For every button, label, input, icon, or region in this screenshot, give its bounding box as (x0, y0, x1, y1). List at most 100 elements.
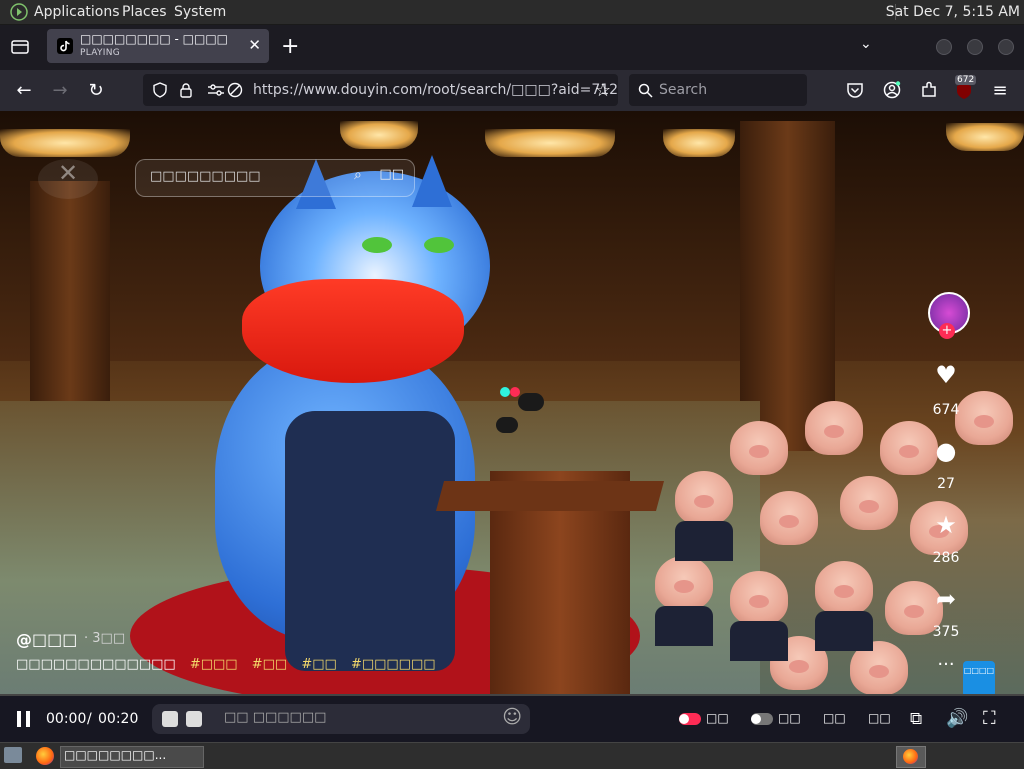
danmaku-input[interactable]: □□ □□□□□□ ☺ (152, 704, 530, 734)
more-options-icon[interactable]: ··· (926, 654, 966, 675)
post-time: · 3□□ (84, 631, 126, 646)
hashtag[interactable]: #□□□ (190, 657, 238, 672)
comment-icon[interactable]: ● (926, 437, 966, 465)
volume-icon[interactable]: 🔊 (946, 708, 968, 729)
ublock-extension-icon[interactable]: 672 (955, 75, 977, 100)
current-time: 00:00 (46, 711, 87, 727)
forward-arrow-icon[interactable]: → (46, 76, 74, 104)
autoplay-blocked-icon[interactable] (227, 82, 243, 98)
navigation-toolbar: ← → ↻ https://www.douyin.com/root/search… (0, 70, 1024, 111)
pig-head (760, 491, 818, 545)
author-name[interactable]: @□□□ (16, 630, 77, 649)
pig-head (655, 556, 713, 610)
like-heart-icon[interactable]: ♥ (926, 361, 966, 389)
description-text: □□□□□□□□□□□□□ (16, 657, 176, 672)
back-arrow-icon[interactable]: ← (10, 76, 38, 104)
firefox-view-icon[interactable] (6, 33, 34, 61)
douyin-logo-dot (510, 387, 520, 397)
corner-badge[interactable]: □□□□ (963, 661, 995, 696)
window-maximize-button[interactable] (967, 39, 983, 55)
tab-bar: □□□□□□□□ - □□□□ PLAYING ✕ + ⌄ (0, 25, 1024, 70)
search-placeholder: Search (659, 82, 708, 98)
pig-suit (675, 521, 733, 561)
hashtag[interactable]: #□□□□□□ (351, 657, 436, 672)
douyin-logo-dot (500, 387, 510, 397)
chandelier (485, 129, 615, 157)
window-minimize-button[interactable] (936, 39, 952, 55)
url-text[interactable]: https://www.douyin.com/root/search/□□□?a… (253, 82, 618, 98)
danmaku-toggle-icon[interactable] (162, 711, 178, 727)
pig-suit (655, 606, 713, 646)
picture-in-picture-icon[interactable]: ⧉ (910, 709, 922, 729)
lock-icon[interactable] (179, 82, 193, 98)
pig-suit (815, 611, 873, 651)
gnome-foot-icon[interactable] (10, 3, 28, 21)
taskbar-window-firefox[interactable]: □□□□□□□□... (60, 746, 204, 768)
danmaku-settings-icon[interactable] (186, 711, 202, 727)
chandelier (946, 123, 1024, 151)
search-icon (638, 83, 653, 98)
pig-suit (730, 621, 788, 661)
hashtag[interactable]: #□□ (252, 657, 287, 672)
extensions-puzzle-icon[interactable] (920, 81, 938, 99)
pig-head (730, 421, 788, 475)
bookmark-star-icon[interactable]: ☆ (589, 76, 617, 104)
list-all-tabs-chevron-down-icon[interactable]: ⌄ (860, 36, 872, 52)
close-icon[interactable]: ✕ (38, 159, 98, 199)
comment-count: 27 (937, 476, 955, 492)
like-count: 674 (932, 402, 960, 418)
hashtag[interactable]: #□□ (301, 657, 336, 672)
chandelier (663, 129, 735, 157)
danmaku-placeholder: □□ □□□□□□ (224, 710, 327, 725)
follow-plus-icon[interactable]: + (939, 323, 955, 339)
share-arrow-icon[interactable]: ➦ (926, 585, 966, 613)
tracking-shield-icon[interactable] (152, 82, 168, 98)
tab-title: □□□□□□□□ - □□□□ (80, 32, 229, 46)
douyin-search-placeholder: □□□□□□□□□ (150, 169, 261, 184)
cat-ear (412, 155, 452, 207)
menu-system[interactable]: System (174, 4, 226, 20)
douyin-search-box[interactable]: □□□□□□□□□ ⌕ □□ (135, 159, 415, 197)
share-count: 375 (932, 624, 960, 640)
playback-speed-button[interactable]: □□ (823, 711, 846, 725)
clean-mode-label: □□ (778, 711, 801, 725)
menu-places[interactable]: Places (122, 4, 167, 20)
clean-mode-toggle[interactable] (751, 713, 773, 725)
pocket-icon[interactable] (846, 82, 864, 99)
web-search-box[interactable]: Search (629, 74, 807, 106)
video-player[interactable]: ✕ □□□□□□□□□ ⌕ □□ + ♥ 674 ● 27 ★ 286 ➦ 37… (0, 111, 1024, 696)
pause-icon[interactable] (16, 711, 32, 727)
reload-icon[interactable]: ↻ (82, 76, 110, 104)
emoji-icon[interactable]: ☺ (502, 706, 522, 728)
tab-douyin[interactable]: □□□□□□□□ - □□□□ PLAYING ✕ (47, 29, 269, 63)
pig-head (840, 476, 898, 530)
autoplay-toggle[interactable] (679, 713, 701, 725)
fullscreen-icon[interactable]: ⛶ (983, 708, 996, 729)
new-tab-button[interactable]: + (281, 34, 299, 59)
clock[interactable]: Sat Dec 7, 5:15 AM (886, 4, 1020, 20)
tab-playing-status: PLAYING (80, 48, 121, 58)
cat-overalls (285, 411, 455, 671)
taskbar: □□□□□□□□... (0, 742, 1024, 769)
tab-close-icon[interactable]: ✕ (248, 36, 261, 54)
account-icon[interactable] (883, 81, 901, 99)
url-bar[interactable]: https://www.douyin.com/root/search/□□□?a… (143, 74, 618, 106)
show-desktop-icon[interactable] (4, 747, 22, 763)
microphone (518, 393, 544, 411)
menu-applications[interactable]: Applications (34, 4, 120, 20)
douyin-search-button[interactable]: □□ (379, 167, 404, 182)
extension-badge-count: 672 (955, 75, 977, 85)
pig-head (675, 471, 733, 525)
microphone (496, 417, 518, 433)
quality-button[interactable]: □□ (868, 711, 891, 725)
pig-head (815, 561, 873, 615)
player-controls: 00:00 / 00:20 □□ □□□□□□ ☺ □□ □□ □□ □□ ⧉ … (0, 696, 1024, 742)
permissions-icon[interactable] (207, 83, 225, 97)
firefox-launcher-icon[interactable] (36, 747, 54, 765)
pig-head (805, 401, 863, 455)
workspace-switcher[interactable] (896, 746, 926, 768)
chandelier (340, 121, 418, 149)
window-close-button[interactable] (998, 39, 1014, 55)
hamburger-menu-icon[interactable]: ≡ (986, 76, 1014, 104)
favorite-star-icon[interactable]: ★ (926, 511, 966, 539)
